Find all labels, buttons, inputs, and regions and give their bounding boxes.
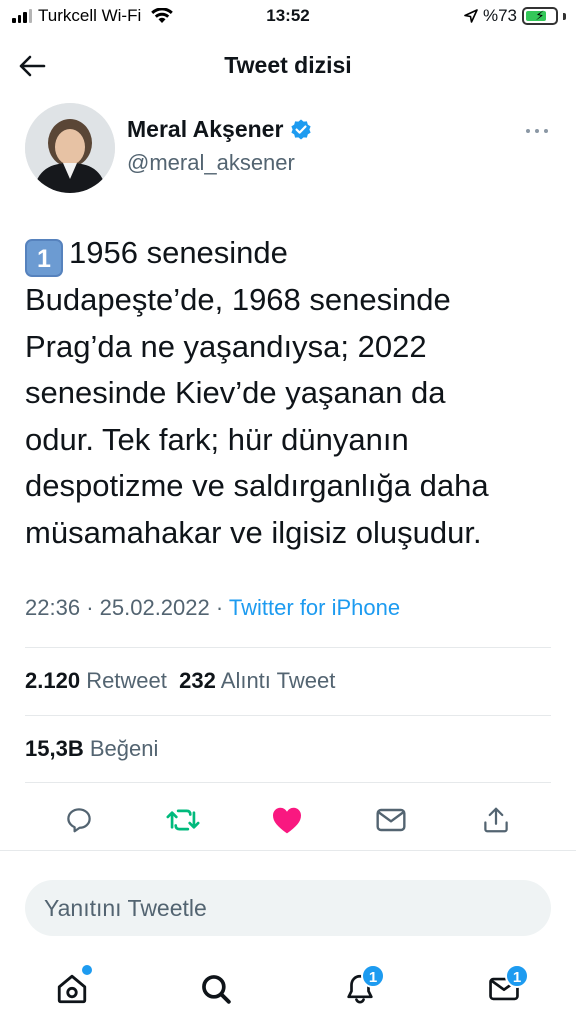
messages-badge: 1 [505,964,529,988]
more-options-button[interactable] [524,118,550,144]
reply-icon [67,808,91,833]
tweet-body: 1956 senesinde Budapeşte’de, 1968 senesi… [25,235,489,550]
section-divider [0,850,576,851]
like-button[interactable] [265,798,309,842]
status-bar: Turkcell Wi-Fi 13:52 %73 ⚡ [0,0,576,34]
like-stats[interactable]: 15,3B Beğeni [25,736,158,762]
dm-share-icon [376,808,406,832]
tweet-date: 25.02.2022 [99,595,210,620]
nav-search[interactable] [192,965,240,1013]
reply-input[interactable]: Yanıtını Tweetle [25,880,551,936]
home-new-dot [82,965,92,975]
quote-count: 232 [179,668,216,693]
share-button[interactable] [474,798,518,842]
tweet-meta: 22:36 · 25.02.2022 · Twitter for iPhone [25,595,400,621]
bottom-nav: 1 1 [0,955,576,1024]
tweet-text: 1 1956 senesinde Budapeşte’de, 1968 senes… [25,230,560,556]
notifications-badge: 1 [361,964,385,988]
quote-stats-link[interactable]: 232 Alıntı Tweet [179,668,335,693]
quote-label: Alıntı Tweet [220,668,336,693]
retweet-count: 2.120 [25,668,81,693]
page-title: Tweet dizisi [224,52,352,78]
nav-notifications[interactable]: 1 [336,964,385,1013]
divider [25,782,551,783]
charging-bolt-icon: ⚡ [535,8,545,23]
header: Tweet dizisi [0,34,576,98]
search-icon [202,975,231,1004]
dm-share-button[interactable] [369,798,413,842]
divider [25,715,551,716]
tweet-actions [0,798,576,842]
retweet-button[interactable] [161,798,205,842]
verified-badge-icon [291,119,312,139]
meta-separator: · [86,595,100,620]
more-horizontal-icon [526,129,548,133]
retweet-label: Retweet [86,668,167,693]
author-name[interactable]: Meral Akşener [127,116,283,143]
avatar-portrait [25,103,115,193]
nav-messages[interactable]: 1 [480,964,529,1013]
meta-separator: · [215,595,229,620]
author-handle[interactable]: @meral_aksener [127,150,295,176]
status-right: %73 ⚡ [464,6,566,26]
retweet-stats-link[interactable]: 2.120 Retweet [25,668,167,693]
retweet-icon [166,809,200,831]
tweet-source-link[interactable]: Twitter for iPhone [229,595,400,620]
reply-button[interactable] [57,798,101,842]
share-icon [484,807,508,833]
battery-cap [563,12,566,20]
retweet-stats: 2.120 Retweet 232 Alıntı Tweet [25,668,335,694]
like-label: Beğeni [89,736,159,761]
battery-percent: %73 [482,6,517,25]
tweet-time: 22:36 [25,595,81,620]
like-icon [273,807,301,834]
location-arrow-icon [464,9,478,23]
nav-home[interactable] [48,965,96,1013]
reply-placeholder: Yanıtını Tweetle [44,894,207,921]
home-icon [57,974,87,1004]
avatar[interactable] [25,103,115,193]
author-name-row[interactable]: Meral Akşener [127,116,313,143]
divider [25,647,551,648]
battery-icon: ⚡ [522,7,558,25]
keycap-one-emoji: 1 [25,239,63,277]
like-count: 15,3B [25,736,84,761]
